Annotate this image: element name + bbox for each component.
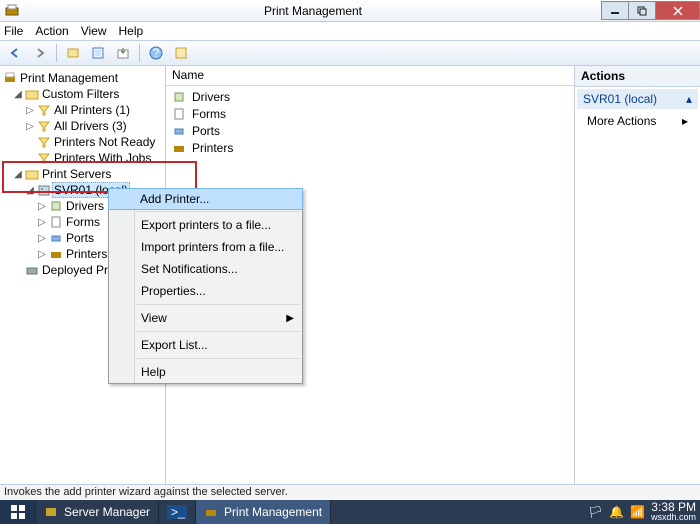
filter-icon bbox=[36, 102, 52, 118]
list-item-drivers[interactable]: Drivers bbox=[168, 88, 572, 105]
actions-more[interactable]: More Actions▸ bbox=[575, 111, 700, 131]
menu-view[interactable]: View bbox=[81, 24, 107, 38]
expand-icon[interactable]: ▷ bbox=[36, 217, 48, 228]
tree-print-servers[interactable]: ◢Print Servers bbox=[2, 166, 163, 182]
tree-all-drivers[interactable]: ▷All Drivers (3) bbox=[2, 118, 163, 134]
deployed-icon bbox=[24, 262, 40, 278]
taskbar-print-management[interactable]: Print Management bbox=[196, 500, 331, 524]
form-icon bbox=[172, 107, 188, 121]
folder-icon bbox=[24, 86, 40, 102]
menu-view[interactable]: View▶ bbox=[109, 307, 302, 329]
back-button[interactable] bbox=[4, 42, 26, 64]
expand-icon[interactable]: ▷ bbox=[24, 105, 36, 116]
taskbar-server-manager[interactable]: Server Manager bbox=[36, 500, 159, 524]
server-folder-icon bbox=[24, 166, 40, 182]
window-title: Print Management bbox=[24, 4, 602, 18]
forward-button[interactable] bbox=[29, 42, 51, 64]
tray-shield-icon[interactable]: 🔔 bbox=[609, 505, 624, 519]
server-icon bbox=[36, 182, 52, 198]
tray-flag-icon[interactable]: 🏳 bbox=[588, 505, 603, 519]
menu-separator bbox=[137, 331, 300, 332]
list-item-printers[interactable]: Printers bbox=[168, 139, 572, 156]
actions-title: Actions bbox=[575, 66, 700, 87]
chevron-right-icon: ▸ bbox=[682, 114, 688, 128]
filter-icon bbox=[36, 134, 52, 150]
toolbar: ? bbox=[0, 40, 700, 66]
svg-text:?: ? bbox=[153, 46, 160, 60]
refresh-button[interactable] bbox=[87, 42, 109, 64]
expand-icon[interactable]: ▷ bbox=[24, 121, 36, 132]
tree-custom-filters[interactable]: ◢Custom Filters bbox=[2, 86, 163, 102]
app-icon bbox=[4, 3, 20, 19]
printer-icon bbox=[48, 246, 64, 262]
menu-action[interactable]: Action bbox=[35, 24, 68, 38]
driver-icon bbox=[48, 198, 64, 214]
column-header-name[interactable]: Name bbox=[166, 66, 574, 86]
maximize-button[interactable] bbox=[628, 1, 656, 20]
tray-network-icon[interactable]: 📶 bbox=[630, 505, 645, 519]
collapse-icon: ▴ bbox=[686, 92, 692, 106]
expand-icon[interactable]: ▷ bbox=[36, 249, 48, 260]
menu-export-list[interactable]: Export List... bbox=[109, 334, 302, 356]
expand-icon[interactable]: ▷ bbox=[36, 201, 48, 212]
menu-separator bbox=[137, 304, 300, 305]
list-item-ports[interactable]: Ports bbox=[168, 122, 572, 139]
menu-help[interactable]: Help bbox=[109, 361, 302, 383]
form-icon bbox=[48, 214, 64, 230]
menu-properties[interactable]: Properties... bbox=[109, 280, 302, 302]
driver-icon bbox=[172, 90, 188, 104]
help-button[interactable]: ? bbox=[145, 42, 167, 64]
collapse-icon[interactable]: ◢ bbox=[24, 185, 36, 196]
start-button[interactable] bbox=[0, 500, 36, 524]
menu-set-notifications[interactable]: Set Notifications... bbox=[109, 258, 302, 280]
show-hide-button[interactable] bbox=[62, 42, 84, 64]
svg-text:>_: >_ bbox=[171, 505, 185, 519]
toolbar-separator bbox=[139, 44, 140, 62]
clock[interactable]: 3:38 PM bbox=[651, 502, 696, 512]
actions-context[interactable]: SVR01 (local)▴ bbox=[577, 89, 698, 109]
filter-icon bbox=[36, 150, 52, 166]
taskbar: Server Manager >_ Print Management 🏳 🔔 📶… bbox=[0, 500, 700, 524]
system-tray[interactable]: 🏳 🔔 📶 3:38 PM wsxdh.com bbox=[584, 500, 700, 524]
tree-printers-not-ready[interactable]: Printers Not Ready bbox=[2, 134, 163, 150]
title-bar: Print Management bbox=[0, 0, 700, 22]
collapse-icon[interactable]: ◢ bbox=[12, 89, 24, 100]
menu-add-printer[interactable]: Add Printer... bbox=[108, 188, 303, 210]
date: wsxdh.com bbox=[651, 512, 696, 522]
expand-icon[interactable]: ▷ bbox=[36, 233, 48, 244]
minimize-button[interactable] bbox=[601, 1, 629, 20]
tree-printers-with-jobs[interactable]: Printers With Jobs bbox=[2, 150, 163, 166]
properties-button[interactable] bbox=[170, 42, 192, 64]
taskbar-powershell[interactable]: >_ bbox=[159, 500, 196, 524]
menu-bar: File Action View Help bbox=[0, 22, 700, 40]
menu-file[interactable]: File bbox=[4, 24, 23, 38]
status-bar: Invokes the add printer wizard against t… bbox=[0, 484, 700, 500]
list-item-forms[interactable]: Forms bbox=[168, 105, 572, 122]
toolbar-separator bbox=[56, 44, 57, 62]
context-menu: Add Printer... Export printers to a file… bbox=[108, 188, 303, 384]
menu-separator bbox=[137, 211, 300, 212]
tree-all-printers[interactable]: ▷All Printers (1) bbox=[2, 102, 163, 118]
tree-root[interactable]: Print Management bbox=[2, 70, 163, 86]
menu-help[interactable]: Help bbox=[119, 24, 144, 38]
chevron-right-icon: ▶ bbox=[286, 313, 294, 324]
collapse-icon[interactable]: ◢ bbox=[12, 169, 24, 180]
filter-icon bbox=[36, 118, 52, 134]
port-icon bbox=[172, 124, 188, 138]
printer-icon bbox=[2, 70, 18, 86]
port-icon bbox=[48, 230, 64, 246]
menu-separator bbox=[137, 358, 300, 359]
menu-import-printers[interactable]: Import printers from a file... bbox=[109, 236, 302, 258]
close-button[interactable] bbox=[655, 1, 700, 20]
printer-icon bbox=[172, 141, 188, 155]
export-button[interactable] bbox=[112, 42, 134, 64]
menu-export-printers[interactable]: Export printers to a file... bbox=[109, 214, 302, 236]
actions-pane: Actions SVR01 (local)▴ More Actions▸ bbox=[575, 66, 700, 484]
